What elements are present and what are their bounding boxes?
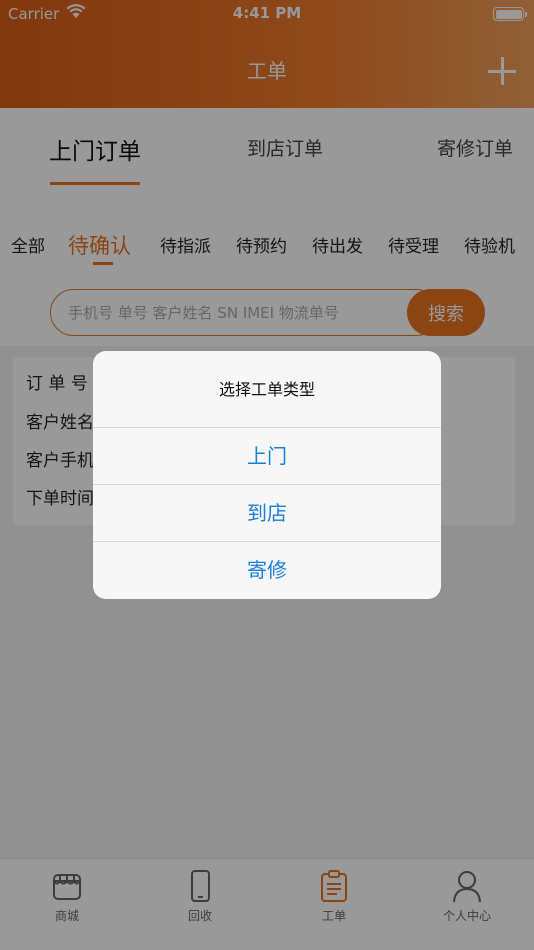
order-type-alert: 选择工单类型 上门 到店 寄修	[93, 351, 441, 599]
alert-title: 选择工单类型	[93, 351, 441, 428]
option-mail-repair-button[interactable]: 寄修	[93, 542, 441, 599]
option-onsite-button[interactable]: 上门	[93, 428, 441, 485]
option-store-button[interactable]: 到店	[93, 485, 441, 542]
